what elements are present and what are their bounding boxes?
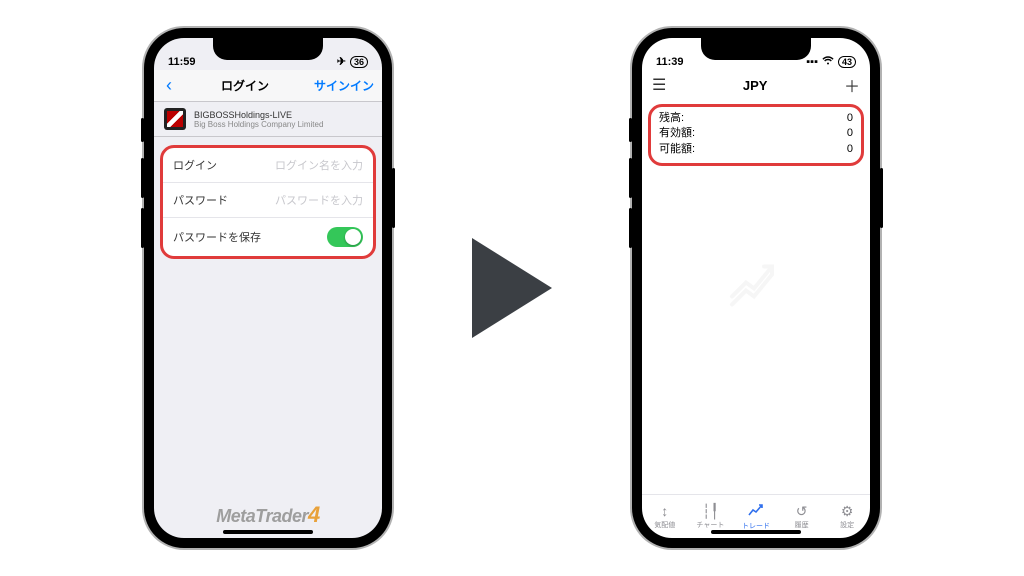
trade-icon (748, 503, 764, 519)
login-field-row[interactable]: ログイン ログイン名を入力 (163, 148, 373, 183)
notch (701, 38, 811, 60)
login-label: ログイン (173, 157, 217, 173)
balance-highlight: 残高: 0 有効額: 0 可能額: 0 (648, 104, 864, 166)
airplane-icon: ✈ (337, 55, 346, 68)
save-password-label: パスワードを保存 (173, 229, 261, 245)
tab-label: チャート (696, 520, 724, 530)
gear-icon: ⚙ (841, 504, 854, 518)
brand-suffix: 4 (308, 502, 320, 527)
login-input[interactable]: ログイン名を入力 (275, 157, 363, 173)
equity-row: 有効額: 0 (659, 126, 853, 141)
tab-quotes[interactable]: ↕ 気配値 (642, 495, 688, 538)
chart-watermark-icon (726, 261, 786, 316)
balance-label: 残高: (659, 111, 684, 126)
nav-bar: ‹ ログイン サインイン (154, 70, 382, 102)
margin-label: 可能額: (659, 142, 695, 157)
history-icon: ↺ (796, 504, 808, 518)
signin-button[interactable]: サインイン (314, 77, 374, 94)
home-indicator[interactable] (711, 530, 801, 534)
brand-name: MetaTrader (216, 506, 308, 526)
add-button[interactable]: ＋ (844, 73, 860, 97)
tab-label: 履歴 (795, 520, 809, 530)
balance-value: 0 (847, 111, 853, 126)
broker-name: BIGBOSSHoldings-LIVE (194, 110, 323, 120)
equity-value: 0 (847, 126, 853, 141)
tab-settings[interactable]: ⚙ 設定 (824, 495, 870, 538)
password-label: パスワード (173, 192, 228, 208)
margin-value: 0 (847, 142, 853, 157)
wifi-icon (822, 56, 834, 68)
home-indicator[interactable] (223, 530, 313, 534)
save-password-row: パスワードを保存 (163, 218, 373, 256)
trade-topbar: ☰ JPY ＋ (642, 70, 870, 100)
tab-label: トレード (742, 521, 770, 531)
tab-label: 気配値 (654, 520, 675, 530)
password-field-row[interactable]: パスワード パスワードを入力 (163, 183, 373, 218)
battery-indicator: 36 (350, 56, 368, 68)
broker-logo-icon (164, 108, 186, 130)
phone-login: 11:59 ✈ 36 ‹ ログイン サインイン BIGBOSSHoldings-… (144, 28, 392, 548)
status-time: 11:59 (168, 56, 196, 68)
save-password-toggle[interactable] (327, 227, 363, 247)
battery-indicator: 43 (838, 56, 856, 68)
login-form-highlight: ログイン ログイン名を入力 パスワード パスワードを入力 パスワードを保存 (160, 145, 376, 259)
currency-title: JPY (743, 78, 768, 93)
nav-title: ログイン (221, 77, 269, 94)
broker-row[interactable]: BIGBOSSHoldings-LIVE Big Boss Holdings C… (154, 102, 382, 137)
signal-icon: ▪▪▪ (806, 56, 818, 68)
balance-row: 残高: 0 (659, 111, 853, 126)
equity-label: 有効額: (659, 126, 695, 141)
notch (213, 38, 323, 60)
back-button[interactable]: ‹ (162, 75, 176, 96)
chart-icon: ┆╿ (702, 504, 719, 518)
broker-company: Big Boss Holdings Company Limited (194, 120, 323, 129)
phone-trade: 11:39 ▪▪▪ 43 ☰ JPY ＋ 残高: 0 (632, 28, 880, 548)
password-input[interactable]: パスワードを入力 (275, 192, 363, 208)
quotes-icon: ↕ (661, 504, 668, 518)
account-menu-icon[interactable]: ☰ (652, 75, 666, 95)
tab-label: 設定 (840, 520, 854, 530)
arrow-icon (472, 238, 552, 338)
status-time: 11:39 (656, 56, 684, 68)
margin-row: 可能額: 0 (659, 142, 853, 157)
